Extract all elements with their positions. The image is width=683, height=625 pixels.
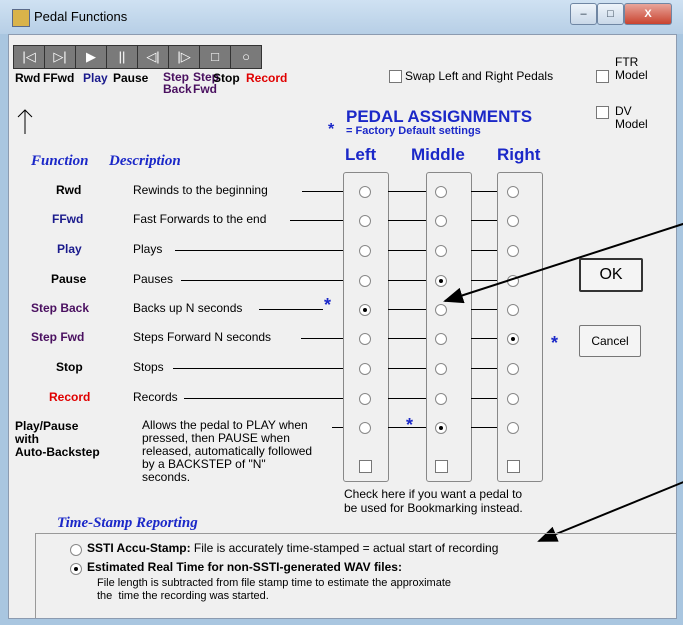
step-forward-button[interactable]: |▷ xyxy=(168,45,200,69)
connector-line xyxy=(175,250,343,251)
connector-line xyxy=(388,250,426,251)
cancel-button[interactable]: Cancel xyxy=(579,325,641,357)
estimated-real-time-label: Estimated Real Time for non-SSTI-generat… xyxy=(87,560,402,574)
column-right-header: Right xyxy=(497,145,541,164)
description-header: Description xyxy=(109,153,181,169)
function-header: Function xyxy=(31,153,89,169)
app-icon xyxy=(12,9,30,27)
stop-button[interactable]: □ xyxy=(199,45,231,69)
dialog-body: |◁ ▷| ▶ || ◁| |▷ □ ○ Rwd FFwd Play Pause… xyxy=(8,34,683,619)
dv-model-checkbox[interactable] xyxy=(596,106,609,119)
label-ffwd: FFwd xyxy=(43,71,75,85)
row-1-function: FFwd xyxy=(52,212,84,226)
row-6-description: Stops xyxy=(133,360,164,374)
rewind-button[interactable]: |◁ xyxy=(13,45,45,69)
swap-pedals-checkbox[interactable] xyxy=(389,70,402,83)
connector-line xyxy=(388,191,426,192)
row-7-function: Record xyxy=(49,390,91,404)
connector-line xyxy=(471,191,497,192)
row-8-function: Play/Pause with Auto-Backstep xyxy=(15,419,100,459)
pedal-radio-row0-right[interactable] xyxy=(507,186,519,198)
label-step-back: Step Back xyxy=(163,70,192,96)
label-rwd: Rwd xyxy=(15,71,41,85)
label-play: Play xyxy=(83,71,108,85)
connector-line xyxy=(301,338,343,339)
row-5-function: Step Fwd xyxy=(31,330,85,344)
column-middle-header: Middle xyxy=(411,145,465,164)
connector-line xyxy=(388,280,426,281)
row-8-description: Allows the pedal to PLAY when pressed, t… xyxy=(142,418,313,484)
play-button[interactable]: ▶ xyxy=(75,45,107,69)
row-5-description: Steps Forward N seconds xyxy=(133,330,272,344)
pedal-radio-row3-left[interactable] xyxy=(359,275,371,287)
record-button[interactable]: ○ xyxy=(230,45,262,69)
swap-pedals-label: Swap Left and Right Pedals xyxy=(405,69,554,83)
row-4-description: Backs up N seconds xyxy=(133,301,243,315)
connector-line xyxy=(184,398,343,399)
up-arrow-icon xyxy=(17,109,33,134)
row-2-description: Plays xyxy=(133,242,163,256)
row-3-description: Pauses xyxy=(133,272,174,286)
pedal-radio-row0-middle[interactable] xyxy=(435,186,447,198)
bookmark-left-checkbox[interactable] xyxy=(359,460,372,473)
row-3-function: Pause xyxy=(51,272,87,286)
ok-button[interactable]: OK xyxy=(579,258,643,292)
connector-line xyxy=(181,280,343,281)
estimated-real-time-description: File length is subtracted from file stam… xyxy=(97,577,451,602)
factory-default-note: = Factory Default settings xyxy=(346,125,481,137)
connector-line xyxy=(388,368,426,369)
row-4-function: Step Back xyxy=(31,301,90,315)
connector-line xyxy=(388,309,426,310)
connector-line xyxy=(259,309,323,310)
pedal-radio-row6-left[interactable] xyxy=(359,363,371,375)
timestamp-title: Time-Stamp Reporting xyxy=(57,515,198,531)
row-0-description: Rewinds to the beginning xyxy=(133,183,268,197)
minimize-button[interactable]: – xyxy=(570,3,597,25)
maximize-button[interactable]: □ xyxy=(597,3,624,25)
row-6-function: Stop xyxy=(56,360,83,374)
ftr-model-label: FTR Model xyxy=(615,55,648,82)
pause-button[interactable]: || xyxy=(106,45,138,69)
ssti-accustamp-label: SSTI Accu-Stamp: File is accurately time… xyxy=(87,541,499,555)
window-title: Pedal Functions xyxy=(34,9,128,24)
close-button[interactable]: X xyxy=(624,3,672,25)
connector-line xyxy=(388,338,426,339)
pedal-radio-row0-left[interactable] xyxy=(359,186,371,198)
connector-line xyxy=(173,368,343,369)
label-stop: Stop xyxy=(213,71,240,85)
row-0-function: Rwd xyxy=(56,183,82,197)
column-left-header: Left xyxy=(345,145,377,164)
connector-line xyxy=(388,220,426,221)
default-star-icon: * xyxy=(324,295,332,315)
ftr-model-checkbox[interactable] xyxy=(596,70,609,83)
ssti-accustamp-radio[interactable] xyxy=(70,544,82,556)
label-record: Record xyxy=(246,71,288,85)
pedal-assignments-title: PEDAL ASSIGNMENTS xyxy=(346,107,533,126)
pedal-radio-row5-left[interactable] xyxy=(359,333,371,345)
fast-forward-button[interactable]: ▷| xyxy=(44,45,76,69)
row-1-description: Fast Forwards to the end xyxy=(133,212,267,226)
row-7-description: Records xyxy=(133,390,178,404)
pedal-radio-row1-left[interactable] xyxy=(359,215,371,227)
connector-line xyxy=(302,191,343,192)
connector-line xyxy=(290,220,343,221)
connector-line xyxy=(332,427,343,428)
row-2-function: Play xyxy=(57,242,82,256)
dv-model-label: DV Model xyxy=(615,104,648,131)
pedal-radio-row2-left[interactable] xyxy=(359,245,371,257)
title-bar: Pedal Functions – □ X xyxy=(0,0,683,34)
estimated-real-time-radio[interactable] xyxy=(70,563,82,575)
default-star-icon: * xyxy=(328,121,335,138)
step-back-button[interactable]: ◁| xyxy=(137,45,169,69)
pedal-radio-row4-left[interactable] xyxy=(359,304,371,316)
pedal-radio-row7-left[interactable] xyxy=(359,393,371,405)
default-star-icon: * xyxy=(406,415,414,435)
label-pause: Pause xyxy=(113,71,149,85)
connector-line xyxy=(388,398,426,399)
window-frame: Pedal Functions – □ X |◁ ▷| ▶ || ◁| |▷ □… xyxy=(0,0,683,625)
pedal-radio-row8-left[interactable] xyxy=(359,422,371,434)
